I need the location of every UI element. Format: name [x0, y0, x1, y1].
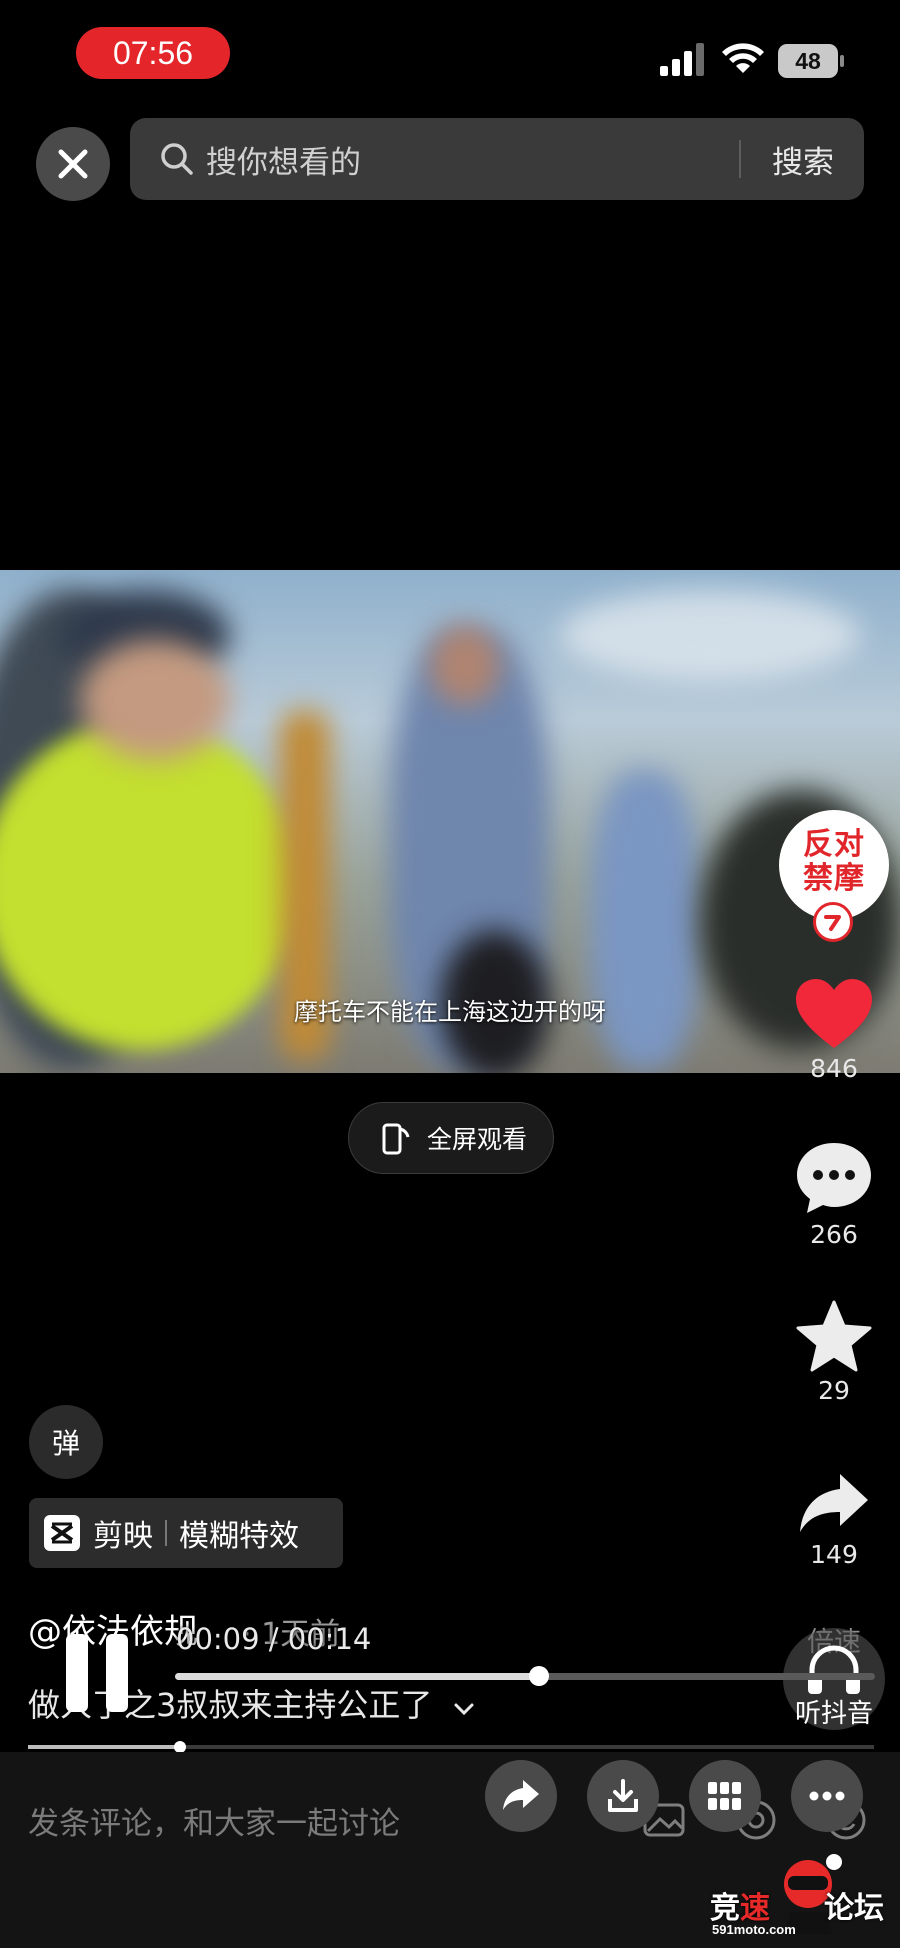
seek-bar[interactable] [175, 1666, 875, 1686]
share-arrow-icon [503, 1780, 539, 1810]
close-icon [58, 149, 88, 179]
favorite-count: 29 [818, 1376, 850, 1405]
seek-bar-fill [175, 1673, 539, 1680]
pause-bar [106, 1634, 128, 1712]
wifi-icon [722, 43, 764, 73]
watermark-text-part3: 论坛 [824, 1891, 884, 1926]
search-icon [161, 143, 193, 175]
video-progress-fill [28, 1745, 181, 1749]
comment-button[interactable]: 266 [780, 1140, 888, 1249]
video-scene-shape [80, 640, 230, 760]
video-progress-bar[interactable] [28, 1741, 874, 1753]
chevron-down-icon [454, 1703, 474, 1716]
favorite-button[interactable]: 29 [780, 1300, 888, 1405]
avatar-text-line1: 反对 [803, 827, 865, 862]
effect-tag-divider [165, 1520, 167, 1546]
status-time: 07:56 [76, 27, 230, 79]
rotate-screen-icon [382, 1123, 410, 1155]
cellular-signal-icon [660, 43, 704, 76]
pause-bar [66, 1634, 88, 1712]
fullscreen-button[interactable]: 全屏观看 [348, 1102, 554, 1174]
more-dots-icon [809, 1791, 845, 1801]
effect-tag[interactable]: 剪映 模糊特效 [29, 1498, 343, 1568]
comment-count: 266 [810, 1220, 858, 1249]
forward-button[interactable] [485, 1760, 557, 1832]
effect-tag-name: 模糊特效 [179, 1519, 299, 1554]
avatar-text-line2: 禁摩 [803, 861, 865, 896]
seek-bar-handle[interactable] [529, 1666, 549, 1686]
search-divider [739, 140, 741, 178]
like-button[interactable]: 846 [780, 978, 888, 1083]
playback-time: 00:09 / 00:14 [176, 1622, 372, 1656]
like-count: 846 [810, 1054, 858, 1083]
follow-check-icon [824, 915, 841, 931]
video-scene-shape [560, 590, 860, 680]
danmaku-toggle-button[interactable]: 弹 [29, 1405, 103, 1479]
follow-button[interactable] [813, 902, 853, 942]
watermark-text: 竞速 论坛 [710, 1883, 884, 1927]
video-subtitle: 摩托车不能在上海这边开的呀 [294, 998, 606, 1026]
search-input[interactable]: 搜你想看的 [206, 137, 361, 182]
grid-menu-button[interactable] [689, 1760, 761, 1832]
capcut-icon [44, 1515, 80, 1551]
fullscreen-label: 全屏观看 [426, 1125, 527, 1154]
download-icon [608, 1779, 638, 1812]
watermark-text-part2: 速 [740, 1891, 770, 1926]
avatar-image: 反对 禁摩 [783, 814, 885, 916]
comment-icon [797, 1143, 871, 1213]
pause-button[interactable] [62, 1634, 132, 1712]
close-button[interactable] [36, 127, 110, 201]
watermark-text-part1: 竞 [710, 1891, 740, 1926]
grid-icon [708, 1782, 741, 1810]
more-button[interactable] [791, 1760, 863, 1832]
battery-indicator: 48 [778, 44, 844, 78]
comment-input[interactable]: 发条评论，和大家一起讨论 [28, 1798, 400, 1843]
search-button[interactable]: 搜索 [772, 118, 834, 200]
listen-label: 听抖音 [794, 1699, 873, 1729]
effect-tag-app: 剪映 [93, 1519, 153, 1554]
download-button[interactable] [587, 1760, 659, 1832]
danmaku-label: 弹 [51, 1427, 80, 1460]
heart-icon [796, 979, 872, 1048]
star-icon [796, 1300, 872, 1372]
headphones-icon [808, 1645, 860, 1694]
video-scene-shape [430, 625, 500, 705]
search-bar[interactable]: 搜你想看的 搜索 [130, 118, 864, 200]
watermark-site: 591moto.com [712, 1922, 796, 1937]
share-button[interactable]: 149 [780, 1470, 888, 1569]
share-arrow-icon [800, 1474, 868, 1532]
share-count: 149 [810, 1540, 858, 1569]
video-player[interactable]: 摩托车不能在上海这边开的呀 [0, 570, 900, 1073]
